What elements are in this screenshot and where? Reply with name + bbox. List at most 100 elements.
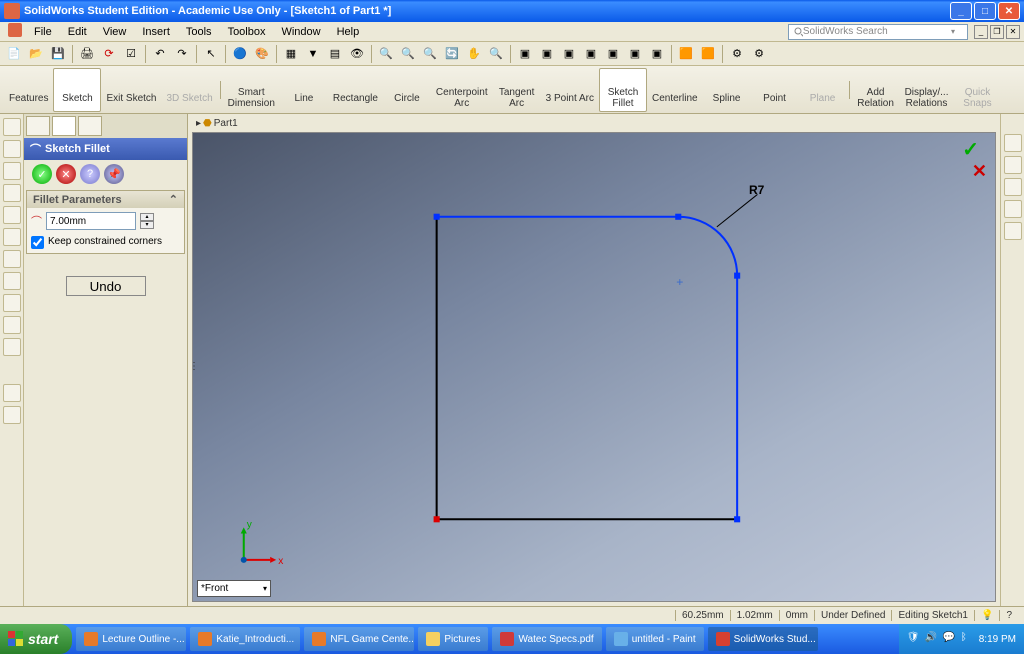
ribbon-exit-sketch[interactable]: Exit Sketch — [101, 68, 161, 112]
taskbar-item[interactable]: Lecture Outline -... — [76, 627, 186, 651]
ribbon-line[interactable]: Line — [280, 68, 328, 112]
color-icon[interactable]: 🎨 — [252, 44, 272, 64]
doc-close-button[interactable]: ✕ — [1006, 25, 1020, 39]
tray-icon[interactable]: 🛡 — [907, 632, 921, 646]
graphics-canvas[interactable]: ✓ ✕ + — [192, 132, 996, 602]
pm-tab-config[interactable] — [78, 116, 102, 136]
rt-1[interactable] — [1004, 134, 1022, 152]
breadcrumb[interactable]: ▸ ⬣ Part1 — [188, 114, 1000, 132]
ok-button[interactable]: ✓ — [32, 164, 52, 184]
part-icon[interactable]: 🟧 — [676, 44, 696, 64]
ribbon-add-relation[interactable]: AddRelation — [852, 68, 900, 112]
search-input[interactable] — [803, 26, 943, 37]
pan-icon[interactable]: ✋ — [464, 44, 484, 64]
spin-up[interactable]: ▴ — [140, 213, 154, 221]
status-lightbulb-icon[interactable]: 💡 — [974, 610, 999, 621]
rebuild-icon[interactable]: ⟳ — [99, 44, 119, 64]
menu-toolbox[interactable]: Toolbox — [220, 26, 274, 38]
undo-icon[interactable]: ↶ — [150, 44, 170, 64]
display-style-icon[interactable]: ▤ — [325, 44, 345, 64]
status-help-icon[interactable]: ? — [999, 610, 1018, 621]
shaded-edges-icon[interactable]: ▣ — [581, 44, 601, 64]
dimension-r7[interactable]: R7 — [749, 183, 764, 197]
shadows-icon[interactable]: ▣ — [603, 44, 623, 64]
rt-3[interactable] — [1004, 178, 1022, 196]
rt-5[interactable] — [1004, 222, 1022, 240]
taskbar-item[interactable]: NFL Game Cente... — [304, 627, 414, 651]
options-icon[interactable]: ☑ — [121, 44, 141, 64]
menu-window[interactable]: Window — [273, 26, 328, 38]
new-doc-icon[interactable]: 📄 — [4, 44, 24, 64]
tray-icon[interactable]: 🔊 — [925, 632, 939, 646]
expand-icon[interactable]: ▸ — [196, 118, 201, 129]
ribbon-point[interactable]: Point — [751, 68, 799, 112]
lt-5[interactable] — [3, 206, 21, 224]
cosmos-icon[interactable]: ⚙ — [727, 44, 747, 64]
tray-icon[interactable]: 💬 — [943, 632, 957, 646]
ribbon--point-arc[interactable]: 3 Point Arc — [541, 68, 599, 112]
pm-tab-feature[interactable] — [26, 116, 50, 136]
lt-8[interactable] — [3, 272, 21, 290]
view-orient-icon[interactable]: ▼ — [303, 44, 323, 64]
zoom-sel-icon[interactable]: 🔍 — [486, 44, 506, 64]
open-icon[interactable]: 📂 — [26, 44, 46, 64]
ribbon-display-relations[interactable]: Display/...Relations — [900, 68, 954, 112]
lt-1[interactable] — [3, 118, 21, 136]
minimize-button[interactable]: _ — [950, 2, 972, 20]
zoom-area-icon[interactable]: 🔍 — [398, 44, 418, 64]
ribbon-tangent-arc[interactable]: TangentArc — [493, 68, 541, 112]
doc-minimize-button[interactable]: _ — [974, 25, 988, 39]
rt-4[interactable] — [1004, 200, 1022, 218]
menu-file[interactable]: File — [26, 26, 60, 38]
taskbar-item[interactable]: Pictures — [418, 627, 488, 651]
lt-9[interactable] — [3, 294, 21, 312]
taskbar-item[interactable]: untitled - Paint — [606, 627, 704, 651]
menu-tools[interactable]: Tools — [178, 26, 220, 38]
addin-icon[interactable]: ⚙ — [749, 44, 769, 64]
redo-icon[interactable]: ↷ — [172, 44, 192, 64]
chevron-down-icon[interactable]: ▾ — [263, 584, 267, 593]
collapse-icon[interactable]: ⌃ — [169, 193, 178, 206]
print-icon[interactable]: 🖨 — [77, 44, 97, 64]
ribbon-features[interactable]: Features — [4, 68, 53, 112]
app-menu-icon[interactable] — [4, 23, 26, 40]
menu-insert[interactable]: Insert — [134, 26, 178, 38]
ribbon-circle[interactable]: Circle — [383, 68, 431, 112]
ribbon-centerline[interactable]: Centerline — [647, 68, 703, 112]
save-icon[interactable]: 💾 — [48, 44, 68, 64]
taskbar-item[interactable]: Katie_Introducti... — [190, 627, 300, 651]
menu-view[interactable]: View — [95, 26, 135, 38]
keep-constrained-checkbox[interactable]: Keep constrained corners — [31, 236, 180, 249]
hidden-icon[interactable]: ▣ — [537, 44, 557, 64]
system-tray[interactable]: 🛡 🔊 💬 ᛒ 8:19 PM — [899, 624, 1024, 654]
lt-2[interactable] — [3, 140, 21, 158]
lt-12[interactable] — [3, 384, 21, 402]
lt-11[interactable] — [3, 338, 21, 356]
lt-4[interactable] — [3, 184, 21, 202]
section-icon[interactable]: ▣ — [625, 44, 645, 64]
pm-tab-property[interactable] — [52, 116, 76, 136]
cancel-button[interactable]: ✕ — [56, 164, 76, 184]
maximize-button[interactable]: □ — [974, 2, 996, 20]
ribbon-centerpoint-arc[interactable]: CenterpointArc — [431, 68, 493, 112]
tray-icon[interactable]: ᛒ — [961, 632, 975, 646]
clock[interactable]: 8:19 PM — [979, 634, 1016, 645]
view-selector[interactable]: *Front ▾ — [197, 580, 271, 597]
materials-icon[interactable]: 🔵 — [230, 44, 250, 64]
start-button[interactable]: start — [0, 624, 72, 654]
taskbar-item[interactable]: SolidWorks Stud... — [708, 627, 818, 651]
asm-icon[interactable]: 🟧 — [698, 44, 718, 64]
ribbon-smart-dimension[interactable]: SmartDimension — [223, 68, 280, 112]
ribbon-sketch[interactable]: Sketch — [53, 68, 101, 112]
search-box[interactable]: ▾ — [788, 24, 968, 40]
doc-restore-button[interactable]: ❐ — [990, 25, 1004, 39]
zoom-fit-icon[interactable]: 🔍 — [376, 44, 396, 64]
hide-show-icon[interactable]: 👁 — [347, 44, 367, 64]
view-settings-icon[interactable]: ▦ — [281, 44, 301, 64]
ribbon-spline[interactable]: Spline — [703, 68, 751, 112]
lt-10[interactable] — [3, 316, 21, 334]
lt-13[interactable] — [3, 406, 21, 424]
menu-edit[interactable]: Edit — [60, 26, 95, 38]
zoom-inout-icon[interactable]: 🔍 — [420, 44, 440, 64]
lt-6[interactable] — [3, 228, 21, 246]
